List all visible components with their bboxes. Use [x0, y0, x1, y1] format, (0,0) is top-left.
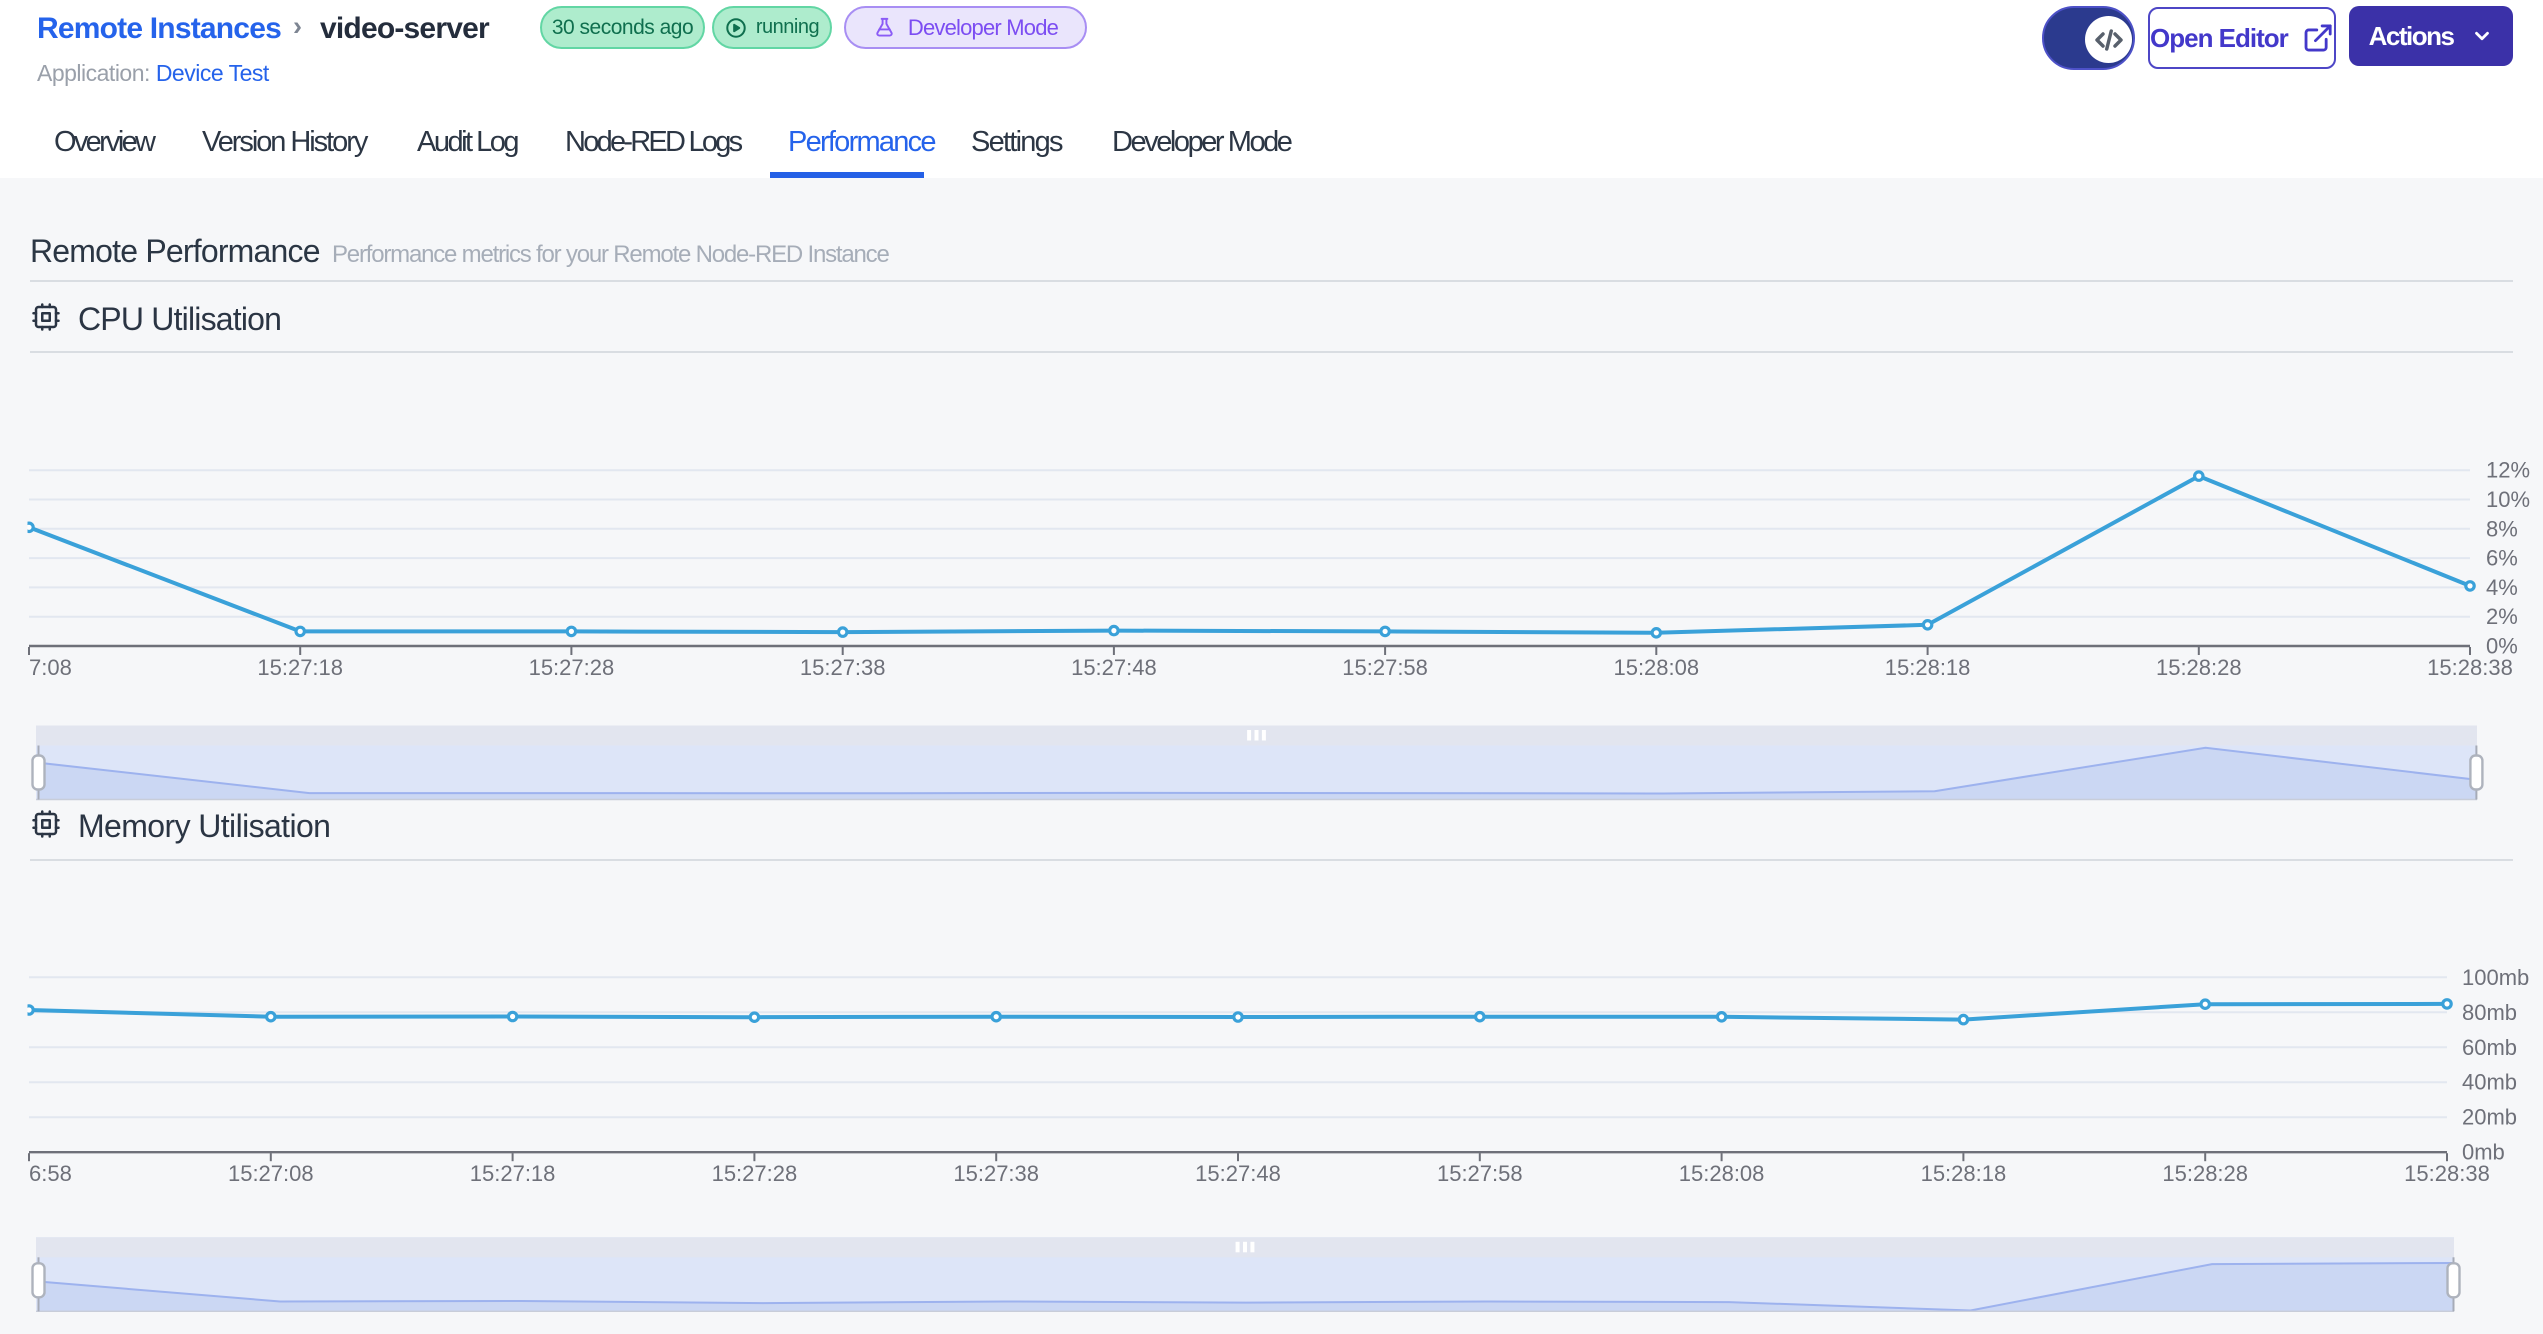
svg-text:8%: 8% [2486, 516, 2518, 541]
svg-text:15:28:28: 15:28:28 [2156, 655, 2242, 680]
svg-text:15:27:28: 15:27:28 [712, 1161, 798, 1186]
svg-text:15:28:08: 15:28:08 [1613, 655, 1699, 680]
svg-text:7:08: 7:08 [29, 655, 72, 680]
svg-text:15:28:18: 15:28:18 [1921, 1161, 2007, 1186]
svg-text:10%: 10% [2486, 487, 2530, 512]
svg-text:6%: 6% [2486, 546, 2518, 571]
svg-text:15:28:38: 15:28:38 [2404, 1161, 2490, 1186]
svg-text:15:27:48: 15:27:48 [1195, 1161, 1281, 1186]
svg-text:15:27:18: 15:27:18 [257, 655, 343, 680]
svg-text:15:28:38: 15:28:38 [2427, 655, 2513, 680]
svg-text:2%: 2% [2486, 604, 2518, 629]
svg-text:80mb: 80mb [2462, 1000, 2517, 1025]
svg-text:60mb: 60mb [2462, 1035, 2517, 1060]
svg-text:15:27:08: 15:27:08 [228, 1161, 314, 1186]
svg-text:15:27:38: 15:27:38 [800, 655, 886, 680]
svg-text:12%: 12% [2486, 458, 2530, 483]
svg-text:15:28:18: 15:28:18 [1885, 655, 1971, 680]
svg-text:15:27:38: 15:27:38 [953, 1161, 1039, 1186]
svg-text:20mb: 20mb [2462, 1105, 2517, 1130]
svg-text:15:27:58: 15:27:58 [1342, 655, 1428, 680]
svg-text:15:27:48: 15:27:48 [1071, 655, 1157, 680]
svg-text:100mb: 100mb [2462, 965, 2529, 990]
svg-text:40mb: 40mb [2462, 1070, 2517, 1095]
svg-text:15:27:58: 15:27:58 [1437, 1161, 1523, 1186]
svg-text:15:28:28: 15:28:28 [2162, 1161, 2248, 1186]
svg-text:15:27:28: 15:27:28 [529, 655, 615, 680]
svg-text:15:28:08: 15:28:08 [1679, 1161, 1765, 1186]
svg-text:4%: 4% [2486, 575, 2518, 600]
svg-text:6:58: 6:58 [29, 1161, 72, 1186]
svg-text:15:27:18: 15:27:18 [470, 1161, 556, 1186]
